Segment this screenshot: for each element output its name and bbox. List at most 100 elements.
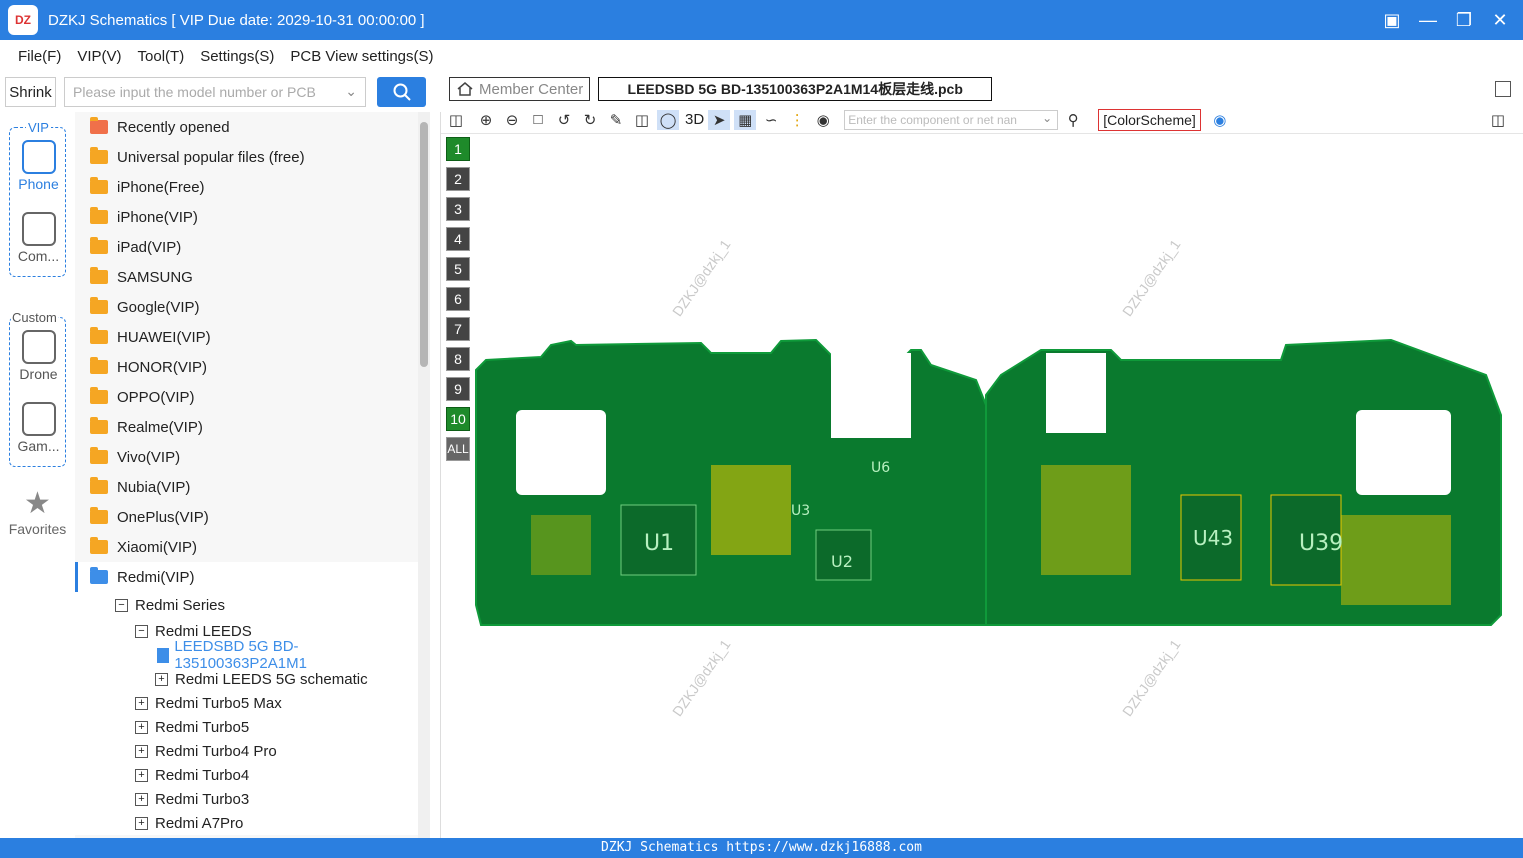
app-logo-icon: DZ	[8, 5, 38, 35]
node-label: Redmi Turbo3	[155, 790, 250, 808]
layer-button-3[interactable]: 3	[446, 197, 470, 221]
sidebar-item-favorites[interactable]: ★ Favorites	[0, 487, 75, 537]
tree-node-schematic[interactable]: + Redmi LEEDS 5G schematic	[75, 667, 418, 691]
folder-label: Redmi(VIP)	[117, 568, 195, 586]
layer-button-all[interactable]: ALL	[446, 437, 470, 461]
split-view-icon[interactable]: ◫	[445, 110, 467, 130]
layer-button-10[interactable]: 10	[446, 407, 470, 431]
close-tab-icon[interactable]	[1495, 81, 1511, 97]
highlight-icon[interactable]: ◯	[657, 109, 679, 130]
tree-folder[interactable]: OPPO(VIP)	[75, 382, 418, 412]
chevron-down-icon[interactable]: ⌄	[1042, 111, 1052, 125]
search-button[interactable]	[377, 77, 426, 107]
trace-icon[interactable]: ∽	[760, 110, 782, 130]
panel-splitter[interactable]	[430, 112, 441, 838]
menu-pcb-view-settings[interactable]: PCB View settings(S)	[290, 48, 433, 65]
tree-folder[interactable]: OnePlus(VIP)	[75, 502, 418, 532]
chevron-down-icon[interactable]: ⌄	[345, 83, 357, 100]
expand-icon[interactable]: +	[135, 768, 148, 782]
tree-folder-redmi[interactable]: Redmi(VIP)	[75, 562, 418, 592]
shrink-button[interactable]: Shrink	[5, 77, 56, 107]
tree-node-model[interactable]: + Redmi Turbo4 Pro	[75, 739, 418, 763]
expand-icon[interactable]: +	[135, 816, 148, 830]
layer-button-5[interactable]: 5	[446, 257, 470, 281]
tree-node-model[interactable]: + Redmi Turbo5 Max	[75, 691, 418, 715]
tree-folder[interactable]: iPad(VIP)	[75, 232, 418, 262]
tree-folder[interactable]: HONOR(VIP)	[75, 352, 418, 382]
model-search-box: ⌄	[64, 77, 366, 107]
menu-file[interactable]: File(F)	[18, 48, 61, 65]
layer-button-4[interactable]: 4	[446, 227, 470, 251]
3d-view-button[interactable]: 3D	[685, 111, 704, 128]
layer-button-7[interactable]: 7	[446, 317, 470, 341]
close-icon[interactable]: ✕	[1489, 10, 1511, 31]
layer-button-2[interactable]: 2	[446, 167, 470, 191]
restore-icon[interactable]: ❐	[1453, 10, 1475, 31]
collapse-icon[interactable]: −	[115, 599, 128, 612]
node-label: Redmi Series	[135, 597, 226, 614]
expand-icon[interactable]: +	[135, 792, 148, 806]
status-bar: DZKJ Schematics https://www.dzkj16888.co…	[0, 838, 1523, 858]
menu-vip[interactable]: VIP(V)	[77, 48, 121, 65]
expand-icon[interactable]: +	[155, 672, 168, 686]
tree-node-model[interactable]: + Redmi Turbo5	[75, 715, 418, 739]
zoom-in-icon[interactable]: ⊕	[475, 110, 497, 130]
tab-member-center[interactable]: Member Center	[449, 77, 591, 101]
sidebar-item-game[interactable]: Gam...	[10, 402, 67, 454]
pcb-canvas[interactable]: DZKJ@dzkj_1 DZKJ@dzkj_1 DZKJ@dzkj_1 DZKJ…	[441, 135, 1523, 838]
folder-label: Universal popular files (free)	[117, 148, 305, 166]
menu-settings[interactable]: Settings(S)	[200, 48, 274, 65]
net-view-icon[interactable]: ▦	[734, 109, 757, 130]
tree-folder[interactable]: Universal popular files (free)	[75, 142, 418, 172]
tree-folder[interactable]: Google(VIP)	[75, 292, 418, 322]
tree-folder[interactable]: Vivo(VIP)	[75, 442, 418, 472]
tree-node-model[interactable]: + Redmi Turbo3	[75, 787, 418, 811]
layer-button-6[interactable]: 6	[446, 287, 470, 311]
left-search-bar: Shrink ⌄	[0, 72, 440, 112]
tree-node-redmi-series[interactable]: − Redmi Series	[75, 592, 418, 619]
sidebar-item-drone[interactable]: Drone	[10, 330, 67, 382]
expand-icon[interactable]: +	[135, 720, 148, 734]
collapse-icon[interactable]: −	[135, 624, 148, 638]
layer-button-8[interactable]: 8	[446, 347, 470, 371]
tree-node-model[interactable]: + Redmi Turbo4	[75, 763, 418, 787]
minimize-icon[interactable]: —	[1417, 10, 1439, 31]
tree-folder[interactable]: Nubia(VIP)	[75, 472, 418, 502]
search-icon[interactable]: ⚲	[1062, 110, 1084, 130]
layer-button-9[interactable]: 9	[446, 377, 470, 401]
rotate-right-icon[interactable]: ↻	[579, 110, 601, 130]
tree-node-model[interactable]: + Redmi A7Pro	[75, 811, 418, 835]
bag-icon[interactable]: ▣	[1381, 10, 1403, 31]
tree-folder[interactable]: Realme(VIP)	[75, 412, 418, 442]
tree-folder[interactable]: HUAWEI(VIP)	[75, 322, 418, 352]
sidebar-item-phone[interactable]: Phone	[10, 140, 67, 192]
sidebar-item-computer[interactable]: Com...	[10, 212, 67, 264]
fit-view-icon[interactable]: □	[527, 110, 549, 130]
expand-icon[interactable]: +	[135, 696, 148, 710]
tree-folder[interactable]: iPhone(VIP)	[75, 202, 418, 232]
tree-folder-recently-opened[interactable]: Recently opened	[75, 112, 418, 142]
scrollbar-thumb[interactable]	[420, 122, 428, 367]
colorscheme-button[interactable]: [ColorScheme]	[1098, 108, 1201, 131]
eye-icon[interactable]: ◉	[1209, 110, 1231, 130]
panel-toggle-icon[interactable]: ◫	[1487, 110, 1509, 130]
tree-folder[interactable]: iPhone(Free)	[75, 172, 418, 202]
mouse-icon[interactable]: ◉	[812, 110, 834, 130]
tab-pcb-file[interactable]: LEEDSBD 5G BD-135100363P2A1M14板层走线.pcb	[598, 77, 993, 101]
paint-brush-icon[interactable]: ✎	[605, 110, 627, 130]
pad-cluster	[711, 465, 791, 555]
component-search-input[interactable]	[848, 112, 1039, 127]
zoom-out-icon[interactable]: ⊖	[501, 110, 523, 130]
pin-view-icon[interactable]: ➤	[708, 109, 731, 130]
expand-icon[interactable]: +	[135, 744, 148, 758]
mirror-icon[interactable]: ◫	[631, 110, 653, 130]
menu-tool[interactable]: Tool(T)	[138, 48, 185, 65]
tree-node-pcb-file[interactable]: LEEDSBD 5G BD-135100363P2A1M1	[75, 638, 418, 672]
dots-icon[interactable]: ⋮	[786, 110, 808, 130]
model-search-input[interactable]	[73, 84, 333, 100]
tree-scrollbar[interactable]	[418, 112, 430, 838]
tree-folder[interactable]: SAMSUNG	[75, 262, 418, 292]
layer-button-1[interactable]: 1	[446, 137, 470, 161]
tree-folder[interactable]: Xiaomi(VIP)	[75, 532, 418, 562]
rotate-left-icon[interactable]: ↺	[553, 110, 575, 130]
